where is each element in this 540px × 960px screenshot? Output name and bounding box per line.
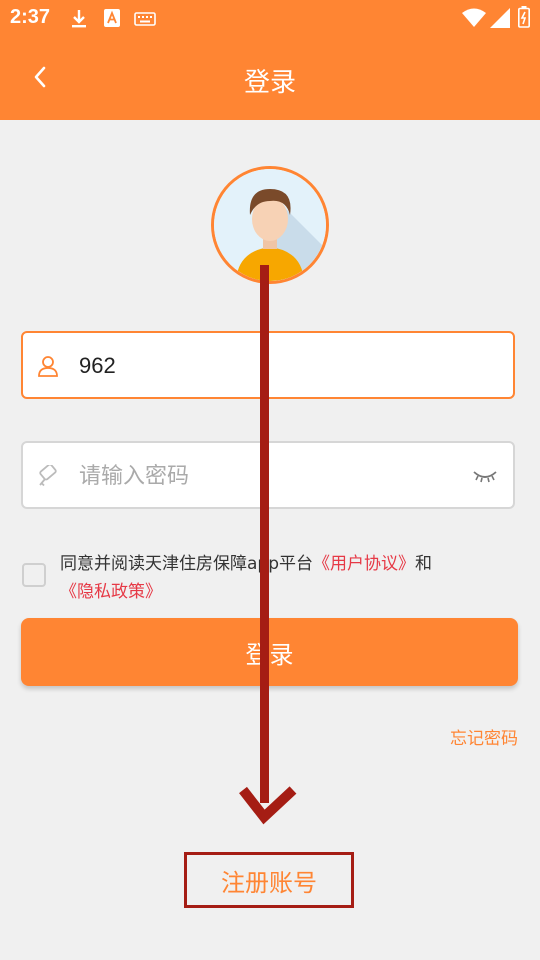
avatar	[211, 166, 329, 284]
password-field[interactable]	[21, 441, 515, 509]
username-input[interactable]	[77, 343, 461, 389]
header-bar: 登录	[0, 38, 540, 120]
login-button[interactable]: 登录	[21, 618, 518, 686]
privacy-policy-link[interactable]: 《隐私政策》	[60, 582, 162, 602]
eye-closed-icon[interactable]	[471, 465, 499, 485]
status-time: 2:37	[10, 6, 51, 28]
font-icon	[104, 9, 120, 27]
agreement-text: 同意并阅读天津住房保障app平台《用户协议》和《隐私政策》	[60, 550, 530, 606]
wifi-icon	[462, 8, 486, 27]
key-icon	[39, 465, 57, 487]
battery-icon	[518, 6, 530, 28]
signal-icon	[490, 8, 510, 28]
user-agreement-link[interactable]: 《用户协议》	[313, 554, 415, 574]
agreement-prefix: 同意并阅读天津住房保障app平台	[60, 554, 313, 574]
register-button[interactable]: 注册账号	[184, 852, 354, 908]
register-label: 注册账号	[221, 868, 317, 897]
username-field[interactable]	[21, 331, 515, 399]
agreement-and: 和	[415, 554, 432, 574]
keyboard-icon	[134, 12, 156, 26]
agreement-checkbox[interactable]	[22, 563, 46, 587]
user-icon	[38, 356, 58, 377]
user-avatar-image	[214, 169, 326, 281]
page-title: 登录	[243, 68, 296, 98]
password-input[interactable]	[77, 453, 461, 499]
status-bar: 2:37	[0, 0, 540, 38]
forgot-password-link[interactable]: 忘记密码	[450, 724, 518, 749]
download-icon	[72, 10, 86, 28]
